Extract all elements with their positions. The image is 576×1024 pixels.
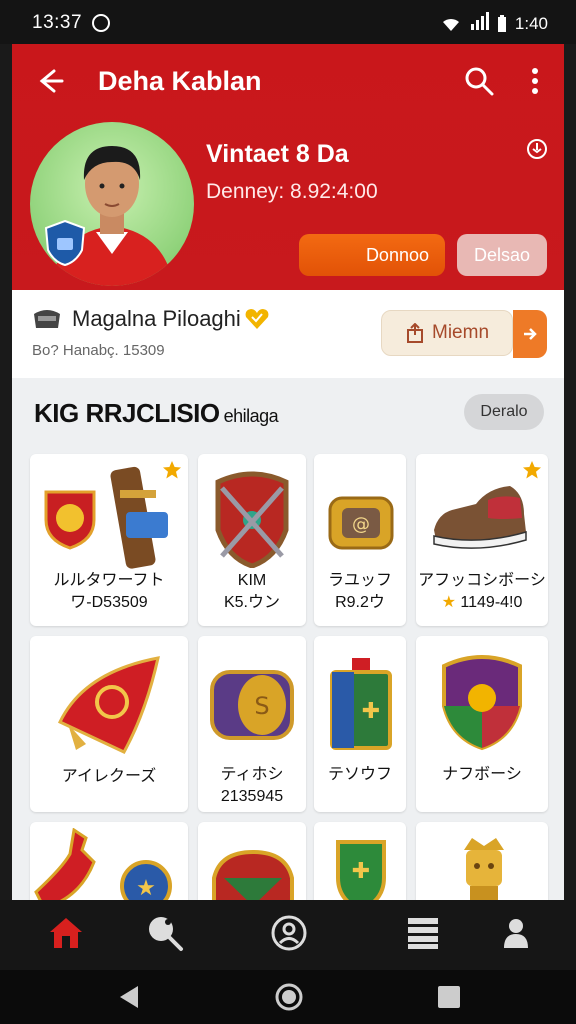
- seller-name: Magalna Piloaghi: [72, 306, 241, 331]
- red-cape-icon: [57, 656, 160, 754]
- collection-section: KIG RRJCLISIO ehilaga Deralo ルルタワーフト ワ-D5…: [12, 378, 564, 900]
- item-price: 2135945: [220, 788, 284, 805]
- item-price-text: 1149-4!0: [460, 594, 523, 611]
- wifi-icon: [442, 18, 459, 31]
- item-card[interactable]: アイレクーズ: [30, 636, 188, 812]
- page-title: Deha Kablan: [98, 66, 262, 96]
- item-price: R9.2ウ: [335, 594, 385, 611]
- seller-action-button[interactable]: Miemn: [381, 310, 513, 356]
- green-emblem-icon: ✚: [336, 840, 386, 900]
- item-price: ワ-D53509: [70, 594, 148, 611]
- item-card[interactable]: ✚ テソウフ: [314, 636, 406, 812]
- status-bar: 13:37 1:40: [0, 0, 576, 44]
- item-card[interactable]: [198, 822, 306, 900]
- alert-circle-icon[interactable]: [526, 138, 548, 160]
- item-card[interactable]: ナフボーシ: [416, 636, 548, 812]
- chest-icon: [212, 849, 294, 900]
- system-navigation: [0, 970, 576, 1024]
- secondary-action-button[interactable]: Delsao: [457, 234, 547, 276]
- back-key-icon[interactable]: [116, 984, 142, 1010]
- item-name: アフッコシボーシ: [418, 572, 546, 589]
- item-name: テソウフ: [327, 766, 392, 783]
- app-screen: Deha Kablan Vintaet 8 Da Denney: 8.92:4:…: [12, 44, 564, 900]
- heart-icon: [245, 309, 269, 329]
- sneaker-icon: [433, 486, 527, 549]
- profile-name: Vintaet 8 Da: [206, 140, 349, 168]
- seller-id: Bo? Hanabç. 15309: [32, 342, 165, 359]
- item-name: ナフボーシ: [442, 766, 522, 783]
- item-price: ★ 1149-4!0: [416, 592, 548, 614]
- bottom-navigation: [0, 900, 576, 970]
- sync-icon: [92, 14, 110, 32]
- item-card[interactable]: @ ラユッフ R9.2ウ: [314, 454, 406, 626]
- item-card[interactable]: S ティホシ 2135945: [198, 636, 306, 812]
- item-card[interactable]: アフッコシボーシ ★ 1149-4!0: [416, 454, 548, 626]
- armor-shield-icon: [215, 471, 289, 568]
- back-arrow-icon[interactable]: [34, 66, 64, 96]
- section-title-text: KIG RRJCLISIO: [34, 398, 220, 428]
- rating-star-icon: ★: [441, 594, 456, 611]
- search-icon[interactable]: [464, 66, 494, 96]
- item-card[interactable]: ルルタワーフト ワ-D53509: [30, 454, 188, 626]
- crest-shield-icon: [442, 655, 522, 751]
- arrow-right-button[interactable]: [513, 310, 547, 358]
- seller-row: Magalna Piloaghi Bo? Hanabç. 15309 Miemn: [12, 290, 564, 378]
- arrow-right-icon: [524, 328, 537, 340]
- center-profile-icon[interactable]: [270, 914, 308, 952]
- bottle-icon: [34, 828, 96, 900]
- star-icon: [523, 461, 541, 479]
- section-title: KIG RRJCLISIO ehilaga: [34, 398, 279, 429]
- account-icon[interactable]: [502, 918, 530, 948]
- purple-ring-icon: S: [210, 670, 294, 740]
- home-icon[interactable]: [48, 916, 84, 950]
- recents-key-icon[interactable]: [436, 984, 462, 1010]
- battery-icon: [497, 14, 506, 32]
- primary-action-button[interactable]: Donnoo: [299, 234, 445, 276]
- item-card[interactable]: KIM K5.ウン: [198, 454, 306, 626]
- profile-subtitle: Denney: 8.92:4:00: [206, 180, 378, 203]
- item-name: ルルタワーフト: [53, 572, 165, 589]
- signal-icon: [469, 12, 489, 35]
- shop-icon: [34, 310, 60, 328]
- star-icon: [163, 461, 181, 479]
- svg-text:@: @: [352, 514, 370, 535]
- item-name: ラユッフ: [327, 572, 392, 589]
- home-key-icon[interactable]: [274, 982, 304, 1012]
- list-icon[interactable]: [406, 916, 440, 950]
- more-vert-icon[interactable]: [528, 66, 542, 96]
- details-button[interactable]: Deralo: [464, 394, 544, 430]
- svg-text:★: ★: [136, 876, 156, 900]
- item-name: KIM: [237, 572, 267, 589]
- item-card[interactable]: [416, 822, 548, 900]
- seller-action-label: Miemn: [432, 322, 490, 343]
- svg-text:✚: ✚: [362, 699, 380, 724]
- svg-text:✚: ✚: [352, 859, 370, 884]
- item-card[interactable]: ✚: [314, 822, 406, 900]
- item-name: ティホシ: [220, 766, 284, 783]
- status-time: 13:37: [32, 12, 83, 33]
- item-price: K5.ウン: [223, 594, 281, 611]
- section-title-suffix: ehilaga: [223, 406, 279, 426]
- item-name: アイレクーズ: [61, 768, 157, 785]
- profile-header: Deha Kablan Vintaet 8 Da Denney: 8.92:4:…: [12, 44, 564, 290]
- orb-medal-icon: ★: [120, 860, 172, 900]
- gold-ring-icon: @: [328, 496, 394, 550]
- share-icon: [407, 323, 423, 343]
- tribal-crate-icon: ✚: [330, 658, 392, 750]
- svg-text:S: S: [254, 692, 269, 720]
- golden-figure-icon: [464, 838, 504, 900]
- item-card[interactable]: ★: [30, 822, 188, 900]
- explore-icon[interactable]: [146, 914, 184, 952]
- shield-icon: [44, 490, 96, 550]
- verified-badge-icon: [44, 220, 86, 266]
- status-icons: 1:40: [441, 12, 548, 35]
- status-time-right: 1:40: [514, 13, 548, 33]
- phone-frame: 13:37 1:40 Deha Kablan Vintaet 8 Da Denn…: [0, 0, 576, 1024]
